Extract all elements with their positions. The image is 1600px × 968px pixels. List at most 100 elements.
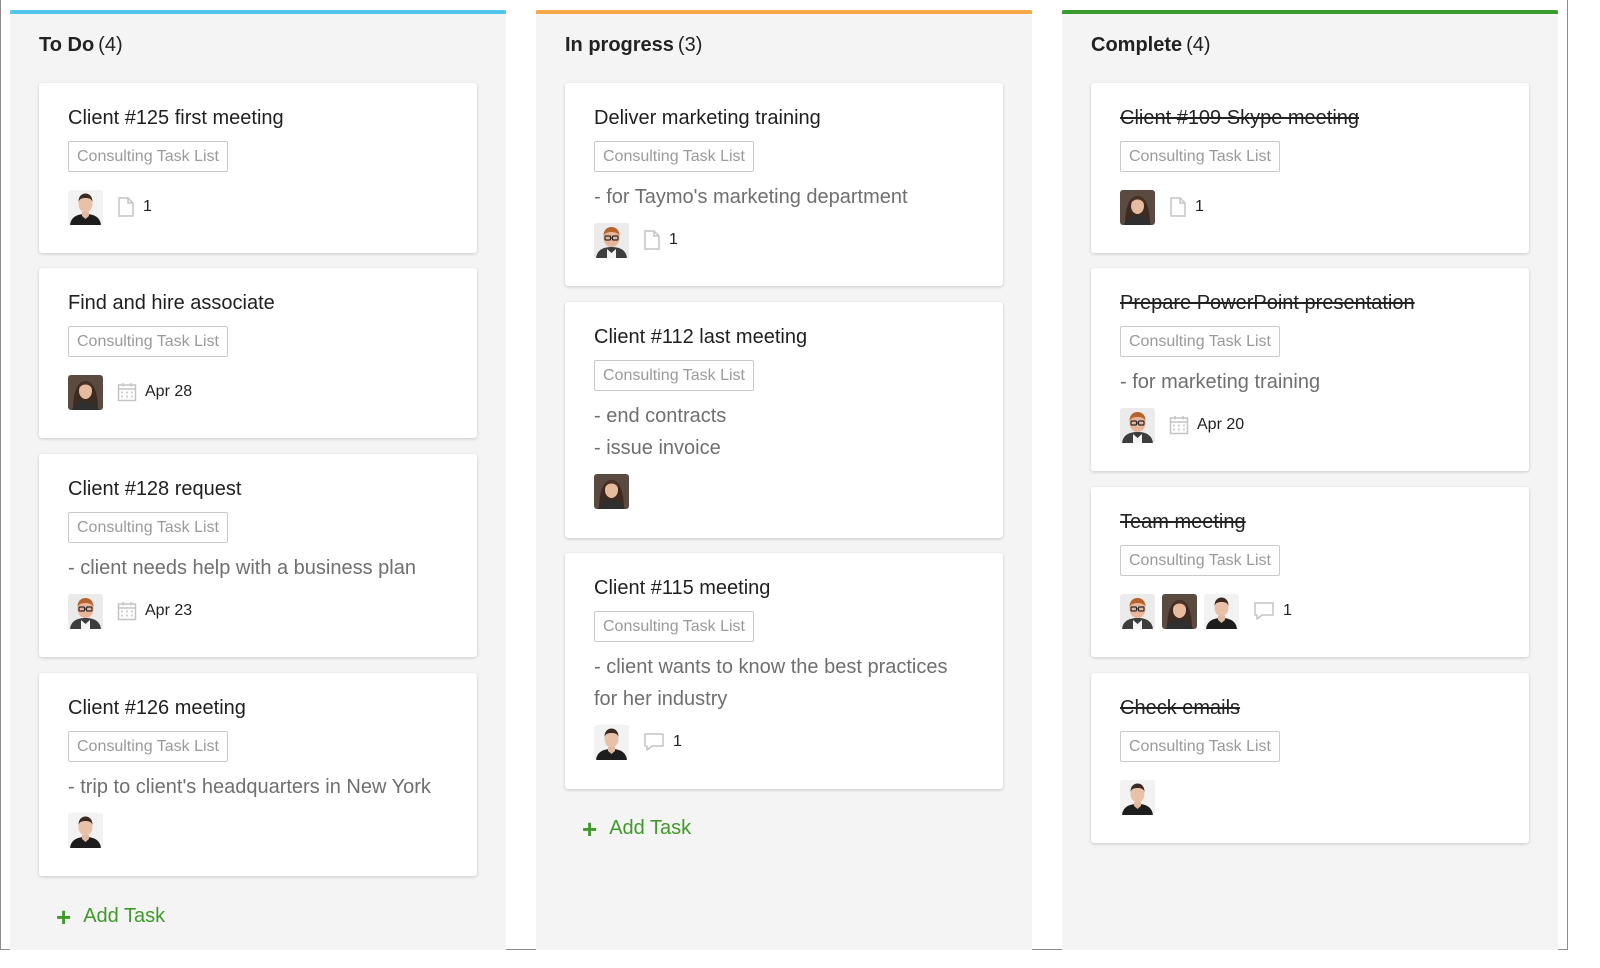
column-accent-bar bbox=[10, 10, 506, 14]
task-card[interactable]: Client #115 meeting Consulting Task List… bbox=[565, 553, 1003, 789]
task-meta bbox=[68, 812, 110, 848]
task-card[interactable]: Deliver marketing training Consulting Ta… bbox=[565, 83, 1003, 286]
task-title[interactable]: Client #126 meeting bbox=[68, 697, 246, 720]
task-title[interactable]: Client #128 request bbox=[68, 478, 241, 501]
plus-icon: + bbox=[56, 901, 72, 932]
column-title: To Do bbox=[39, 34, 95, 56]
plus-icon: + bbox=[582, 813, 598, 844]
column-header: Complete (4) bbox=[1091, 34, 1211, 57]
assignee-avatar[interactable] bbox=[594, 724, 629, 760]
board: To Do (4) Client #125 first meeting Consu… bbox=[0, 0, 1568, 950]
column-title: In progress bbox=[565, 34, 674, 56]
description-line: for her industry bbox=[594, 688, 728, 710]
task-meta: Apr 23 bbox=[68, 593, 192, 629]
column-header: In progress (3) bbox=[565, 34, 702, 57]
comment-icon bbox=[643, 732, 665, 752]
description-line: - client wants to know the best practice… bbox=[594, 656, 948, 678]
task-card[interactable]: Client #126 meeting Consulting Task List… bbox=[39, 673, 477, 876]
task-list-tag[interactable]: Consulting Task List bbox=[68, 512, 228, 543]
task-card[interactable]: Client #125 first meeting Consulting Tas… bbox=[39, 83, 477, 253]
task-list-tag[interactable]: Consulting Task List bbox=[1120, 141, 1280, 172]
task-list-tag[interactable]: Consulting Task List bbox=[594, 141, 754, 172]
description-line: - issue invoice bbox=[594, 437, 721, 459]
description-line: - end contracts bbox=[594, 405, 727, 427]
task-description: - for Taymo's marketing department bbox=[594, 181, 908, 213]
task-list-tag[interactable]: Consulting Task List bbox=[594, 360, 754, 391]
task-title[interactable]: Client #109 Skype meeting bbox=[1120, 107, 1359, 130]
assignee-avatar[interactable] bbox=[1120, 407, 1155, 443]
assignee-avatar[interactable] bbox=[1120, 593, 1155, 629]
add-task-label: Add Task bbox=[609, 817, 692, 839]
task-title[interactable]: Deliver marketing training bbox=[594, 107, 821, 130]
assignee-avatar[interactable] bbox=[1162, 593, 1197, 629]
due-date: Apr 28 bbox=[145, 383, 193, 400]
task-meta: 1 bbox=[68, 189, 152, 225]
task-list-tag[interactable]: Consulting Task List bbox=[68, 141, 228, 172]
column-header: To Do (4) bbox=[39, 34, 123, 57]
task-card[interactable]: Client #109 Skype meeting Consulting Tas… bbox=[1091, 83, 1529, 253]
assignee-avatar[interactable] bbox=[1120, 189, 1155, 225]
task-list-tag[interactable]: Consulting Task List bbox=[68, 731, 228, 762]
assignee-avatar[interactable] bbox=[594, 473, 629, 509]
due-date: Apr 20 bbox=[1197, 416, 1245, 433]
add-task-label: Add Task bbox=[83, 905, 166, 927]
task-card[interactable]: Check emails Consulting Task List bbox=[1091, 673, 1529, 843]
column-count: (4) bbox=[98, 34, 123, 56]
task-meta: 1 bbox=[594, 222, 678, 258]
task-card[interactable]: Find and hire associate Consulting Task … bbox=[39, 268, 477, 438]
task-meta: 1 bbox=[1120, 189, 1204, 225]
column-in-progress: In progress (3) Deliver marketing trainin… bbox=[536, 10, 1032, 950]
due-date: Apr 23 bbox=[145, 602, 193, 619]
column-todo: To Do (4) Client #125 first meeting Consu… bbox=[10, 10, 506, 950]
task-description: - end contracts - issue invoice bbox=[594, 400, 726, 464]
task-title[interactable]: Prepare PowerPoint presentation bbox=[1120, 292, 1415, 315]
assignee-avatar[interactable] bbox=[594, 222, 629, 258]
assignee-avatar[interactable] bbox=[1204, 593, 1239, 629]
task-title[interactable]: Client #115 meeting bbox=[594, 577, 770, 600]
task-title[interactable]: Team meeting bbox=[1120, 511, 1246, 534]
task-list-tag[interactable]: Consulting Task List bbox=[1120, 545, 1280, 576]
assignee-avatar[interactable] bbox=[1120, 779, 1155, 815]
assignee-avatar[interactable] bbox=[68, 374, 103, 410]
task-card[interactable]: Team meeting Consulting Task List 1 bbox=[1091, 487, 1529, 657]
comment-icon bbox=[1253, 601, 1275, 621]
task-description: - trip to client's headquarters in New Y… bbox=[68, 771, 431, 803]
column-title: Complete bbox=[1091, 34, 1183, 56]
file-icon bbox=[117, 197, 135, 217]
task-description: - client wants to know the best practice… bbox=[594, 651, 948, 715]
task-meta bbox=[594, 473, 636, 509]
task-list-tag[interactable]: Consulting Task List bbox=[594, 611, 754, 642]
task-card[interactable]: Client #112 last meeting Consulting Task… bbox=[565, 302, 1003, 538]
task-description: - for marketing training bbox=[1120, 366, 1320, 398]
description-line: - for marketing training bbox=[1120, 371, 1321, 393]
task-title[interactable]: Find and hire associate bbox=[68, 292, 275, 315]
task-list-tag[interactable]: Consulting Task List bbox=[1120, 326, 1280, 357]
task-list-tag[interactable]: Consulting Task List bbox=[1120, 731, 1280, 762]
assignee-avatar[interactable] bbox=[68, 812, 103, 848]
add-task-button[interactable]: + Add Task bbox=[582, 813, 692, 844]
task-meta: 1 bbox=[594, 724, 682, 760]
task-card[interactable]: Prepare PowerPoint presentation Consulti… bbox=[1091, 268, 1529, 471]
calendar-icon bbox=[117, 382, 137, 402]
task-title[interactable]: Client #125 first meeting bbox=[68, 107, 284, 130]
task-card[interactable]: Client #128 request Consulting Task List… bbox=[39, 454, 477, 657]
task-title[interactable]: Check emails bbox=[1120, 697, 1240, 720]
assignee-avatar[interactable] bbox=[68, 593, 103, 629]
calendar-icon bbox=[1169, 415, 1189, 435]
comment-count: 1 bbox=[673, 733, 682, 750]
task-description: - client needs help with a business plan bbox=[68, 552, 416, 584]
column-accent-bar bbox=[1062, 10, 1558, 14]
calendar-icon bbox=[117, 601, 137, 621]
assignee-avatar[interactable] bbox=[68, 189, 103, 225]
column-count: (4) bbox=[1186, 34, 1211, 56]
task-list-tag[interactable]: Consulting Task List bbox=[68, 326, 228, 357]
task-meta: 1 bbox=[1120, 593, 1292, 629]
column-count: (3) bbox=[677, 34, 703, 56]
task-title[interactable]: Client #112 last meeting bbox=[594, 326, 807, 349]
attachment-count: 1 bbox=[1195, 198, 1204, 215]
add-task-button[interactable]: + Add Task bbox=[56, 901, 166, 932]
column-complete: Complete (4) Client #109 Skype meeting Co… bbox=[1062, 10, 1558, 950]
task-meta bbox=[1120, 779, 1162, 815]
description-line: - trip to client's headquarters in New Y… bbox=[68, 776, 431, 798]
task-meta: Apr 28 bbox=[68, 374, 192, 410]
